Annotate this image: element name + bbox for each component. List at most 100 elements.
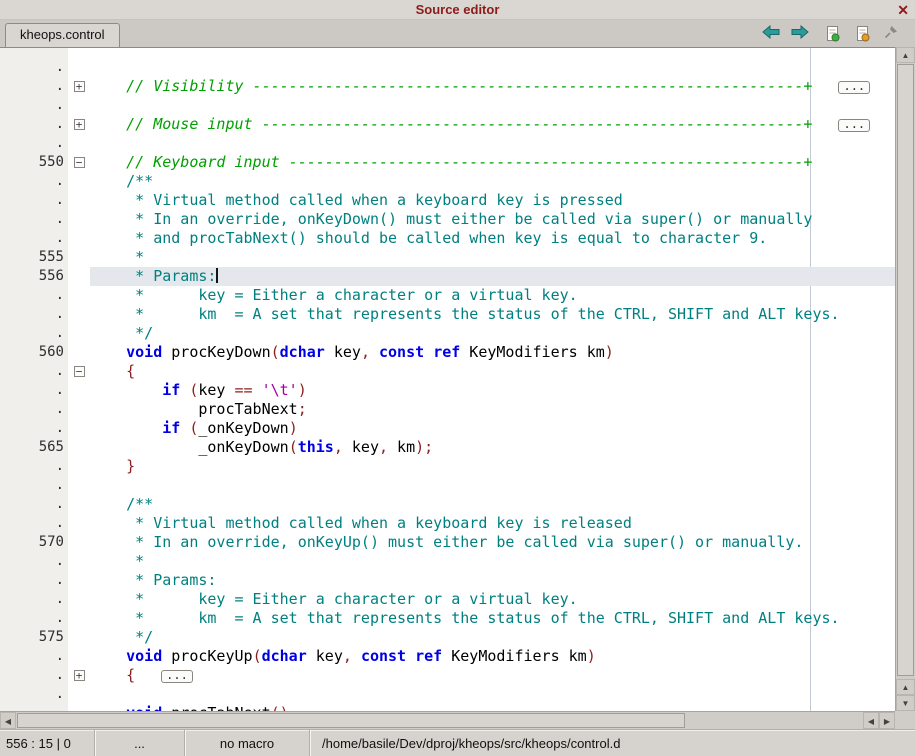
fold-collapse-icon[interactable]: − bbox=[74, 157, 85, 168]
code-line[interactable]: 550− // Keyboard input -----------------… bbox=[0, 153, 895, 172]
fold-margin bbox=[68, 172, 90, 191]
fold-ellipsis[interactable]: ... bbox=[838, 81, 870, 94]
titlebar[interactable]: Source editor ✕ bbox=[0, 0, 915, 20]
code-line[interactable]: 575 */ bbox=[0, 628, 895, 647]
tab-kheops-control[interactable]: kheops.control bbox=[5, 23, 120, 47]
scroll-right-arrow-icon[interactable]: ▶ bbox=[879, 712, 895, 729]
line-number: . bbox=[0, 172, 68, 191]
code-line[interactable]: . + // Mouse input ----------------------… bbox=[0, 115, 895, 134]
fold-expand-icon[interactable]: + bbox=[74, 119, 85, 130]
vertical-scrollbar-thumb[interactable] bbox=[897, 64, 914, 676]
fold-collapse-icon[interactable]: − bbox=[74, 366, 85, 377]
line-number: . bbox=[0, 210, 68, 229]
code-line[interactable]: 555 * bbox=[0, 248, 895, 267]
editor-area[interactable]: ..+ // Visibility ----------------------… bbox=[0, 47, 895, 711]
code-line[interactable]: . * In an override, onKeyDown() must eit… bbox=[0, 210, 895, 229]
line-number: . bbox=[0, 476, 68, 495]
code-line[interactable]: . } bbox=[0, 457, 895, 476]
fold-margin bbox=[68, 571, 90, 590]
code-text: * km = A set that represents the status … bbox=[90, 609, 895, 628]
code-token: procKeyUp bbox=[162, 647, 252, 665]
code-line[interactable]: .− { bbox=[0, 362, 895, 381]
code-token: // Keyboard input ----------------------… bbox=[90, 153, 812, 171]
horizontal-scrollbar[interactable]: ◀ ◀ ▶ bbox=[0, 711, 895, 729]
pin-icon[interactable] bbox=[884, 25, 904, 43]
code-line[interactable]: . bbox=[0, 58, 895, 77]
code-text: * In an override, onKeyUp() must either … bbox=[90, 533, 895, 552]
fold-margin bbox=[68, 267, 90, 286]
code-text: void procTabNext() bbox=[90, 704, 895, 711]
line-number: 575 bbox=[0, 628, 68, 647]
fold-margin bbox=[68, 324, 90, 343]
code-token: , bbox=[343, 647, 352, 665]
code-token: , bbox=[379, 438, 388, 456]
code-line[interactable]: . if (_onKeyDown) bbox=[0, 419, 895, 438]
line-number: 570 bbox=[0, 533, 68, 552]
code-text: // Visibility --------------------------… bbox=[90, 77, 895, 96]
code-text: */ bbox=[90, 324, 895, 343]
nav-forward-icon[interactable] bbox=[791, 25, 811, 43]
document-green-dot-icon[interactable] bbox=[825, 25, 845, 43]
line-number: . bbox=[0, 115, 68, 134]
code-line[interactable]: . bbox=[0, 96, 895, 115]
code-line[interactable]: . * Virtual method called when a keyboar… bbox=[0, 191, 895, 210]
code-line[interactable]: . * km = A set that represents the statu… bbox=[0, 609, 895, 628]
code-token: key bbox=[343, 438, 379, 456]
scroll-down-arrow-icon[interactable]: ▼ bbox=[896, 695, 915, 711]
code-line[interactable]: . bbox=[0, 685, 895, 704]
code-token: // Mouse input -------------------------… bbox=[90, 115, 812, 133]
macro-status: no macro bbox=[185, 730, 310, 756]
document-orange-dot-icon[interactable] bbox=[855, 25, 875, 43]
code-token bbox=[180, 381, 189, 399]
tab-label: kheops.control bbox=[20, 27, 105, 42]
vertical-scrollbar[interactable]: ▲ ▲ ▼ bbox=[895, 47, 915, 711]
code-line[interactable]: 565 _onKeyDown(this, key, km); bbox=[0, 438, 895, 457]
code-line[interactable]: 560 void procKeyDown(dchar key, const re… bbox=[0, 343, 895, 362]
code-line[interactable]: . void procTabNext() bbox=[0, 704, 895, 711]
code-token: key bbox=[307, 647, 343, 665]
code-line[interactable]: . * Params: bbox=[0, 571, 895, 590]
scroll-left-arrow-icon[interactable]: ◀ bbox=[863, 712, 879, 729]
code-line[interactable]: 556 * Params: bbox=[0, 267, 895, 286]
fold-margin bbox=[68, 495, 90, 514]
code-line[interactable]: .+ {... bbox=[0, 666, 895, 685]
code-token: key bbox=[198, 381, 234, 399]
scroll-up-arrow-icon[interactable]: ▲ bbox=[896, 47, 915, 63]
nav-back-icon[interactable] bbox=[762, 25, 782, 43]
code-line[interactable]: . procTabNext; bbox=[0, 400, 895, 419]
code-line[interactable]: . bbox=[0, 476, 895, 495]
code-line[interactable]: . void procKeyUp(dchar key, const ref Ke… bbox=[0, 647, 895, 666]
fold-ellipsis[interactable]: ... bbox=[838, 119, 870, 132]
line-number: 565 bbox=[0, 438, 68, 457]
fold-expand-icon[interactable]: + bbox=[74, 670, 85, 681]
code-line[interactable]: . /** bbox=[0, 495, 895, 514]
line-number: . bbox=[0, 305, 68, 324]
scroll-up-arrow-icon[interactable]: ▲ bbox=[896, 679, 915, 695]
fold-ellipsis[interactable]: ... bbox=[161, 670, 193, 683]
line-number: . bbox=[0, 400, 68, 419]
code-token: == bbox=[235, 381, 253, 399]
fold-margin bbox=[68, 457, 90, 476]
code-token: () bbox=[271, 704, 289, 711]
horizontal-scrollbar-thumb[interactable] bbox=[17, 713, 685, 728]
code-line[interactable]: . bbox=[0, 134, 895, 153]
fold-margin bbox=[68, 704, 90, 711]
code-line[interactable]: .+ // Visibility -----------------------… bbox=[0, 77, 895, 96]
code-line[interactable]: . */ bbox=[0, 324, 895, 343]
code-line[interactable]: . * and procTabNext() should be called w… bbox=[0, 229, 895, 248]
scroll-left-arrow-icon[interactable]: ◀ bbox=[0, 712, 16, 729]
editor-lines: ..+ // Visibility ----------------------… bbox=[0, 58, 895, 711]
code-line[interactable]: 570 * In an override, onKeyUp() must eit… bbox=[0, 533, 895, 552]
code-line[interactable]: . * key = Either a character or a virtua… bbox=[0, 286, 895, 305]
close-icon[interactable]: ✕ bbox=[897, 0, 909, 20]
code-line[interactable]: . if (key == '\t') bbox=[0, 381, 895, 400]
code-line[interactable]: . /** bbox=[0, 172, 895, 191]
code-line[interactable]: . * bbox=[0, 552, 895, 571]
code-token: ( bbox=[253, 647, 262, 665]
line-number: . bbox=[0, 324, 68, 343]
code-line[interactable]: . * km = A set that represents the statu… bbox=[0, 305, 895, 324]
code-line[interactable]: . * key = Either a character or a virtua… bbox=[0, 590, 895, 609]
code-line[interactable]: . * Virtual method called when a keyboar… bbox=[0, 514, 895, 533]
fold-expand-icon[interactable]: + bbox=[74, 81, 85, 92]
fold-margin bbox=[68, 685, 90, 704]
